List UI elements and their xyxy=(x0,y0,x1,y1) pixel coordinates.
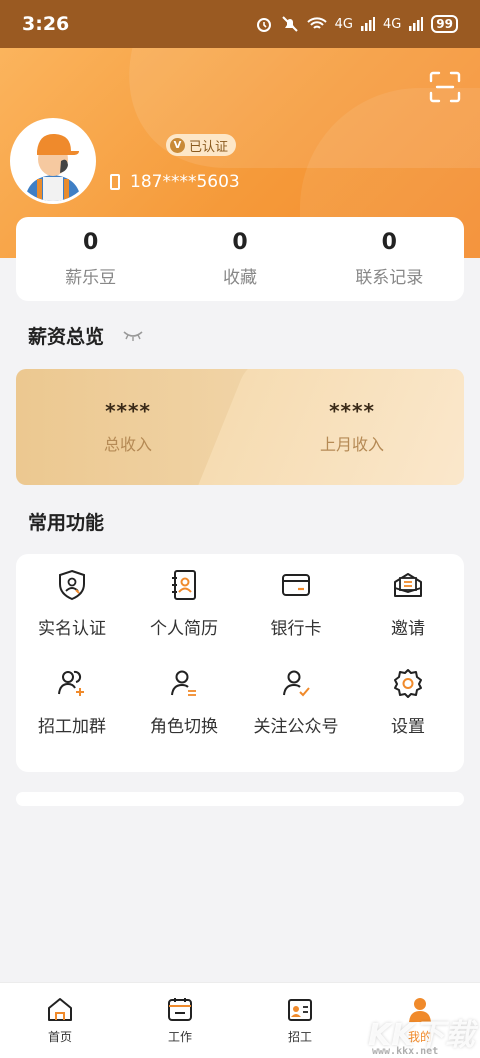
tab-work[interactable]: 工作 xyxy=(120,983,240,1058)
func-switch-role[interactable]: 角色切换 xyxy=(128,666,240,764)
watermark-logo: KK下载 www.kkx.net xyxy=(368,1010,478,1058)
stat-label: 薪乐豆 xyxy=(65,268,117,288)
eye-closed-icon[interactable] xyxy=(122,328,144,342)
stat-beans[interactable]: 0 薪乐豆 xyxy=(16,217,165,301)
func-label: 角色切换 xyxy=(150,717,218,737)
network-label-1: 4G xyxy=(334,16,353,32)
scan-icon[interactable] xyxy=(428,70,462,104)
status-bar: 3:26 4G 4G 99 xyxy=(0,0,480,48)
phone-number: 187****5603 xyxy=(110,172,240,192)
watermark-url: www.kkx.net xyxy=(372,1046,439,1057)
func-label: 银行卡 xyxy=(270,619,322,639)
worker-avatar-icon xyxy=(13,121,93,201)
tab-label: 招工 xyxy=(287,1030,312,1044)
phone-icon xyxy=(110,174,120,190)
stat-label: 收藏 xyxy=(222,268,257,288)
wifi-icon xyxy=(306,17,327,29)
home-icon xyxy=(48,998,72,1021)
tab-label: 首页 xyxy=(47,1030,72,1044)
func-label: 招工加群 xyxy=(38,717,106,737)
func-recruit-group[interactable]: 招工加群 xyxy=(16,666,128,764)
functions-section-title: 常用功能 xyxy=(28,512,105,534)
total-income[interactable]: **** 总收入 xyxy=(16,369,240,485)
stat-value: 0 xyxy=(381,230,397,255)
resume-icon xyxy=(172,570,196,600)
switch-role-icon xyxy=(171,670,196,696)
func-settings[interactable]: 设置 xyxy=(352,666,464,764)
func-label: 实名认证 xyxy=(38,619,106,639)
stat-value: 0 xyxy=(232,230,248,255)
shield-user-icon xyxy=(59,569,85,601)
follow-icon xyxy=(283,670,310,697)
func-label: 关注公众号 xyxy=(253,717,339,737)
verified-label: 已认证 xyxy=(189,139,229,155)
recruit-icon xyxy=(288,999,312,1021)
mute-icon xyxy=(281,16,298,32)
last-month-income-value: **** xyxy=(329,399,375,423)
verified-badge: V 已认证 xyxy=(166,134,237,156)
gear-icon xyxy=(394,669,422,698)
stat-value: 0 xyxy=(83,230,99,255)
card-icon xyxy=(282,574,310,596)
verified-icon: V xyxy=(170,137,185,153)
functions-grid: 实名认证 个人简历 银行卡 邀请 招工加群 角色切换 关注公众号 设置 xyxy=(16,554,464,772)
stat-favorites[interactable]: 0 收藏 xyxy=(165,217,314,301)
network-label-2: 4G xyxy=(382,16,402,32)
group-add-icon xyxy=(58,670,84,696)
signal-icon xyxy=(409,17,424,31)
calendar-icon xyxy=(168,998,192,1021)
func-bank-card[interactable]: 银行卡 xyxy=(240,568,352,666)
salary-section-title: 薪资总览 xyxy=(28,326,105,348)
func-label: 设置 xyxy=(391,717,425,737)
func-label: 个人简历 xyxy=(150,619,218,639)
last-month-income-label: 上月收入 xyxy=(319,435,384,454)
stats-card: 0 薪乐豆 0 收藏 0 联系记录 xyxy=(16,217,464,301)
phone-text: 187****5603 xyxy=(130,172,240,192)
stat-label: 联系记录 xyxy=(355,268,424,288)
empty-card xyxy=(16,792,464,806)
tab-recruit[interactable]: 招工 xyxy=(240,983,360,1058)
last-month-income[interactable]: **** 上月收入 xyxy=(240,369,464,485)
stat-contact-records[interactable]: 0 联系记录 xyxy=(315,217,464,301)
func-resume[interactable]: 个人简历 xyxy=(128,568,240,666)
func-real-name-auth[interactable]: 实名认证 xyxy=(16,568,128,666)
battery-indicator: 99 xyxy=(431,15,458,33)
avatar[interactable] xyxy=(10,118,96,204)
tab-home[interactable]: 首页 xyxy=(0,983,120,1058)
status-time: 3:26 xyxy=(22,13,70,35)
salary-card: **** 总收入 **** 上月收入 xyxy=(16,369,464,485)
status-icons: 4G 4G 99 xyxy=(255,15,458,33)
signal-icon xyxy=(360,17,375,31)
tab-label: 工作 xyxy=(167,1030,192,1044)
func-label: 邀请 xyxy=(391,619,425,639)
func-invite[interactable]: 邀请 xyxy=(352,568,464,666)
alarm-icon xyxy=(256,18,271,32)
total-income-label: 总收入 xyxy=(103,435,152,454)
total-income-value: **** xyxy=(105,399,151,423)
func-follow-account[interactable]: 关注公众号 xyxy=(240,666,352,764)
invite-icon xyxy=(394,573,422,597)
